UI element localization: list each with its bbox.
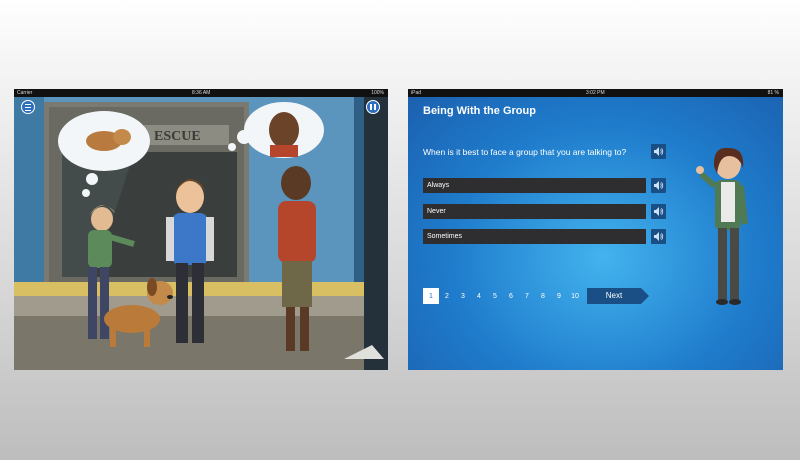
quiz-title: Being With the Group	[423, 105, 536, 117]
page-number-3[interactable]: 3	[455, 288, 471, 304]
speaker-icon	[653, 207, 663, 216]
status-bar: iPad 3:02 PM 81 %	[408, 89, 783, 97]
speaker-icon	[653, 181, 663, 190]
carrier-label: Carrier	[17, 90, 33, 96]
next-label: Next	[605, 291, 623, 300]
device-label: iPad	[411, 90, 422, 96]
question-text: When is it best to face a group that you…	[423, 147, 627, 157]
scene-illustration: ESCUE	[14, 97, 388, 370]
presenter-character	[696, 147, 748, 305]
page-number-1[interactable]: 1	[423, 288, 439, 304]
next-button[interactable]: Next	[587, 288, 649, 304]
page-number-10[interactable]: 10	[567, 288, 583, 304]
answer-speaker-button[interactable]	[651, 178, 666, 193]
sign-text: ESCUE	[154, 129, 201, 144]
story-screen: Carrier 8:36 AM 100% ESCUE	[14, 89, 388, 370]
answer-speaker-button[interactable]	[651, 204, 666, 219]
answer-speaker-button[interactable]	[651, 229, 666, 244]
page-number-9[interactable]: 9	[551, 288, 567, 304]
answer-option-never[interactable]: Never	[423, 204, 646, 219]
speaker-icon	[653, 147, 663, 156]
story-scene: ESCUE	[14, 97, 388, 370]
answer-option-always[interactable]: Always	[423, 178, 646, 193]
page-number-8[interactable]: 8	[535, 288, 551, 304]
clock: 3:02 PM	[586, 90, 605, 96]
page-number-7[interactable]: 7	[519, 288, 535, 304]
menu-button[interactable]	[21, 100, 35, 114]
battery-label: 81 %	[767, 90, 779, 96]
battery-label: 100%	[371, 90, 384, 96]
speaker-icon	[653, 232, 663, 241]
pause-button[interactable]	[366, 100, 380, 114]
menu-icon	[25, 103, 31, 111]
clock: 8:36 AM	[192, 90, 211, 96]
page-number-4[interactable]: 4	[471, 288, 487, 304]
pause-icon	[370, 104, 376, 110]
question-speaker-button[interactable]	[651, 144, 666, 159]
answer-option-sometimes[interactable]: Sometimes	[423, 229, 646, 244]
page-number-5[interactable]: 5	[487, 288, 503, 304]
page-number-2[interactable]: 2	[439, 288, 455, 304]
quiz-screen: iPad 3:02 PM 81 % Being With the Group W…	[408, 89, 783, 370]
status-bar: Carrier 8:36 AM 100%	[14, 89, 388, 97]
page-number-6[interactable]: 6	[503, 288, 519, 304]
page-navigation: 1 2 3 4 5 6 7 8 9 10	[423, 288, 583, 304]
